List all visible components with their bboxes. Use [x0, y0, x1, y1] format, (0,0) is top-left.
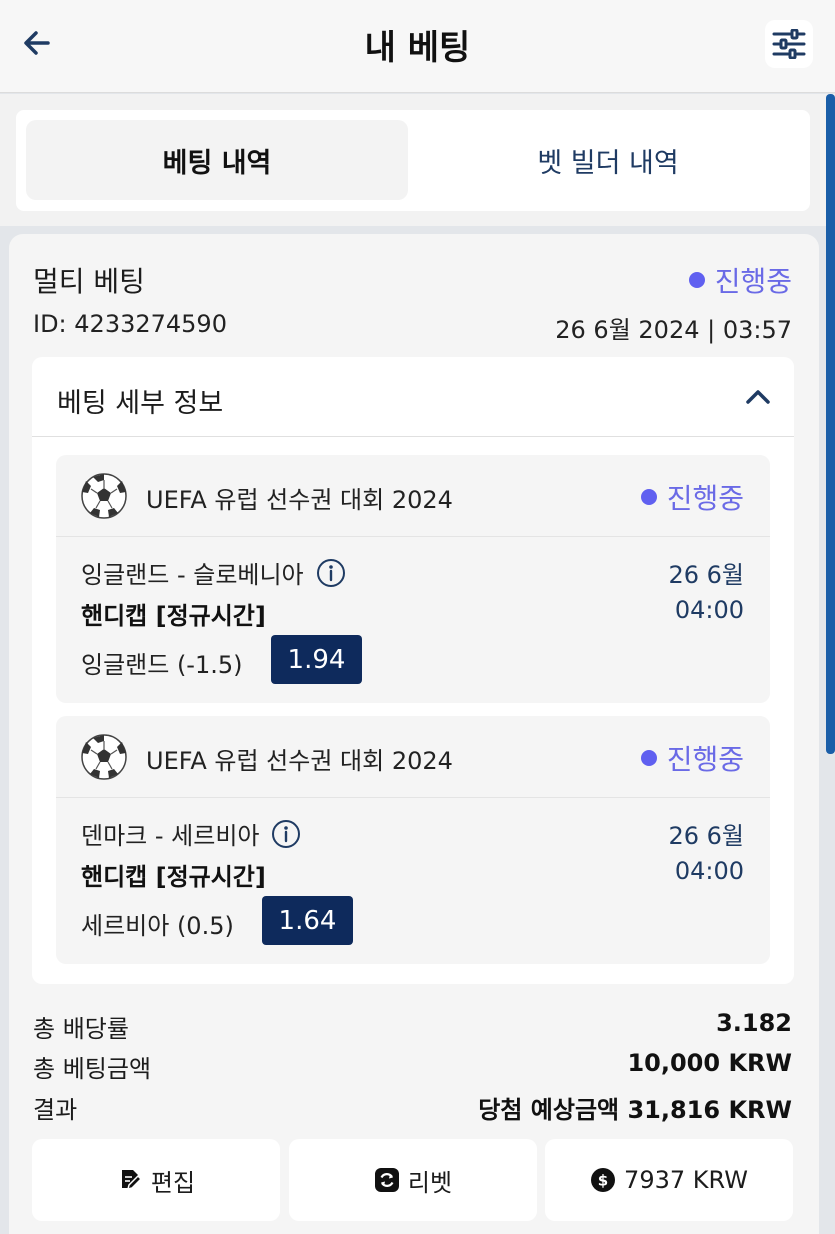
tab-bet-history[interactable]: 베팅 내역 [26, 120, 408, 200]
match-item: UEFA 유럽 선수권 대회 2024 진행중 덴마크 - 세르비아 26 6월… [56, 716, 770, 964]
match-date: 26 6월 [668, 822, 744, 850]
market-name: 핸디캡 [정규시간] [81, 602, 266, 630]
tab-bar: 베팅 내역 벳 빌더 내역 [16, 110, 810, 211]
odds-badge: 1.94 [271, 635, 362, 684]
page-title: 내 베팅 [364, 28, 471, 68]
info-icon[interactable] [271, 819, 301, 849]
soccer-ball-icon [81, 734, 127, 780]
sliders-icon [772, 29, 806, 59]
tabs-area: 베팅 내역 벳 빌더 내역 [0, 94, 835, 226]
tab-bet-builder-history[interactable]: 벳 빌더 내역 [413, 120, 803, 200]
teams-text: 덴마크 - 세르비아 [81, 822, 260, 850]
edit-button[interactable]: 편집 [32, 1139, 280, 1221]
bet-details-title: 베팅 세부 정보 [57, 388, 224, 419]
soccer-ball-icon [81, 473, 127, 519]
teams-text: 잉글랜드 - 슬로베니아 [81, 561, 304, 589]
selection-name: 세르비아 (0.5) [81, 912, 234, 940]
total-stake-value: 10,000 KRW [627, 1049, 792, 1077]
edit-label: 편집 [150, 1168, 196, 1197]
rebet-label: 리벳 [407, 1168, 453, 1197]
bet-details-panel: 베팅 세부 정보 UEFA 유럽 선수권 대회 2024 진행중 잉글랜드 - … [32, 357, 794, 984]
bet-details-header[interactable]: 베팅 세부 정보 [32, 357, 794, 437]
bet-card: 멀티 베팅 진행중 ID: 4233274590 26 6월 2024 | 03… [9, 234, 819, 1234]
total-odds-value: 3.182 [716, 1009, 792, 1037]
match-teams: 잉글랜드 - 슬로베니아 [81, 555, 346, 590]
bet-type: 멀티 베팅 [33, 265, 145, 298]
bet-datetime: 26 6월 2024 | 03:57 [555, 316, 792, 344]
match-teams: 덴마크 - 세르비아 [81, 816, 301, 851]
bet-id: ID: 4233274590 [33, 310, 227, 338]
match-status-badge: 진행중 [640, 477, 744, 517]
league-name: UEFA 유럽 선수권 대회 2024 [146, 486, 453, 514]
chevron-up-icon[interactable] [744, 383, 772, 411]
scrollbar[interactable] [826, 94, 835, 754]
league-name: UEFA 유럽 선수권 대회 2024 [146, 747, 453, 775]
total-odds-label: 총 배당률 [33, 1015, 129, 1043]
filter-button[interactable] [765, 20, 813, 68]
app-header: 내 베팅 [0, 0, 835, 93]
rebet-button[interactable]: 리벳 [289, 1139, 537, 1221]
match-item: UEFA 유럽 선수권 대회 2024 진행중 잉글랜드 - 슬로베니아 26 … [56, 455, 770, 703]
info-icon[interactable] [316, 558, 346, 588]
result-label: 결과 [33, 1096, 78, 1124]
bet-status-text: 진행중 [714, 265, 792, 298]
match-date: 26 6월 [668, 561, 744, 589]
cashout-label: 7937 KRW [624, 1166, 748, 1194]
status-dot-icon [640, 750, 657, 766]
match-status-badge: 진행중 [640, 738, 744, 778]
total-stake-label: 총 베팅금액 [33, 1055, 152, 1083]
dollar-icon: $ [591, 1168, 616, 1192]
match-time: 04:00 [674, 857, 744, 885]
edit-icon [121, 1170, 142, 1191]
rebet-icon [374, 1168, 399, 1192]
status-dot-icon [688, 272, 705, 288]
match-status-text: 진행중 [666, 743, 744, 776]
status-dot-icon [640, 489, 657, 505]
bet-status-badge: 진행중 [688, 260, 792, 300]
market-name: 핸디캡 [정규시간] [81, 863, 266, 891]
match-header: UEFA 유럽 선수권 대회 2024 진행중 [56, 716, 770, 798]
match-time: 04:00 [674, 596, 744, 624]
cashout-button[interactable]: $ 7937 KRW [545, 1139, 793, 1221]
odds-badge: 1.64 [262, 896, 353, 945]
result-value: 당첨 예상금액 31,816 KRW [478, 1096, 792, 1124]
match-status-text: 진행중 [666, 482, 744, 515]
match-header: UEFA 유럽 선수권 대회 2024 진행중 [56, 455, 770, 537]
svg-text:$: $ [598, 1172, 608, 1190]
selection-name: 잉글랜드 (-1.5) [81, 651, 243, 679]
